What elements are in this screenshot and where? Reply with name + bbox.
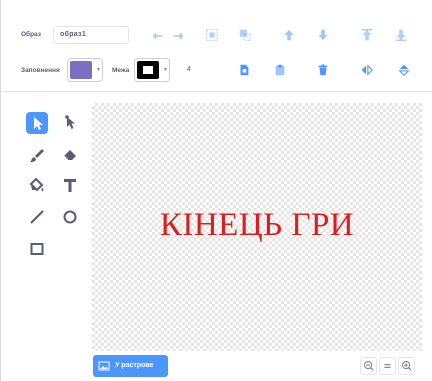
redo-icon[interactable] (171, 29, 185, 43)
drawing-canvas[interactable]: КІНЕЦЬ ГРИ (92, 103, 422, 351)
canvas-text-game-over[interactable]: КІНЕЦЬ ГРИ (92, 207, 422, 244)
chevron-down-icon: ▾ (163, 67, 167, 73)
brush-tool[interactable] (26, 144, 48, 166)
costume-name-input[interactable]: образ1 (53, 26, 129, 44)
undo-icon[interactable] (151, 29, 165, 43)
paint-toolbar: Образ образ1 Заповнення ▾ Межа ▾ 4 (1, 0, 432, 92)
line-tool[interactable] (26, 206, 48, 228)
chevron-down-icon: ▾ (96, 67, 100, 73)
ungroup-icon[interactable] (238, 28, 252, 42)
outline-color-picker[interactable]: ▾ (134, 58, 170, 82)
flip-vertical-icon[interactable] (397, 63, 411, 77)
fill-tool[interactable] (26, 174, 48, 196)
outline-width-input[interactable]: 4 (187, 66, 191, 73)
fill-color-picker[interactable]: ▾ (67, 58, 103, 82)
text-tool[interactable] (59, 174, 81, 196)
zoom-out-button[interactable] (360, 357, 377, 375)
paint-editor: Образ образ1 Заповнення ▾ Межа ▾ 4 КІНЕЦ… (0, 0, 432, 381)
outline-color-swatch (137, 61, 159, 79)
eraser-tool[interactable] (59, 144, 81, 166)
delete-icon[interactable] (316, 63, 330, 77)
outline-label: Межа (112, 67, 130, 74)
circle-tool[interactable] (59, 206, 81, 228)
zoom-in-button[interactable] (398, 357, 415, 375)
copy-icon[interactable] (237, 63, 251, 77)
forward-icon[interactable] (282, 28, 296, 42)
back-icon[interactable] (394, 28, 408, 42)
fill-color-swatch (70, 61, 92, 79)
convert-to-bitmap-label: У растрове (115, 362, 154, 369)
image-icon (98, 360, 110, 372)
convert-to-bitmap-button[interactable]: У растрове (93, 355, 168, 377)
zoom-reset-button[interactable] (379, 357, 396, 375)
backward-icon[interactable] (316, 28, 330, 42)
rectangle-tool[interactable] (26, 238, 48, 260)
costume-name-label: Образ (21, 31, 41, 38)
select-tool[interactable] (26, 112, 48, 134)
front-icon[interactable] (360, 28, 374, 42)
reshape-tool[interactable] (59, 112, 81, 134)
flip-horizontal-icon[interactable] (360, 63, 374, 77)
paste-icon[interactable] (273, 63, 287, 77)
fill-label: Заповнення (21, 67, 60, 74)
group-icon[interactable] (205, 28, 219, 42)
